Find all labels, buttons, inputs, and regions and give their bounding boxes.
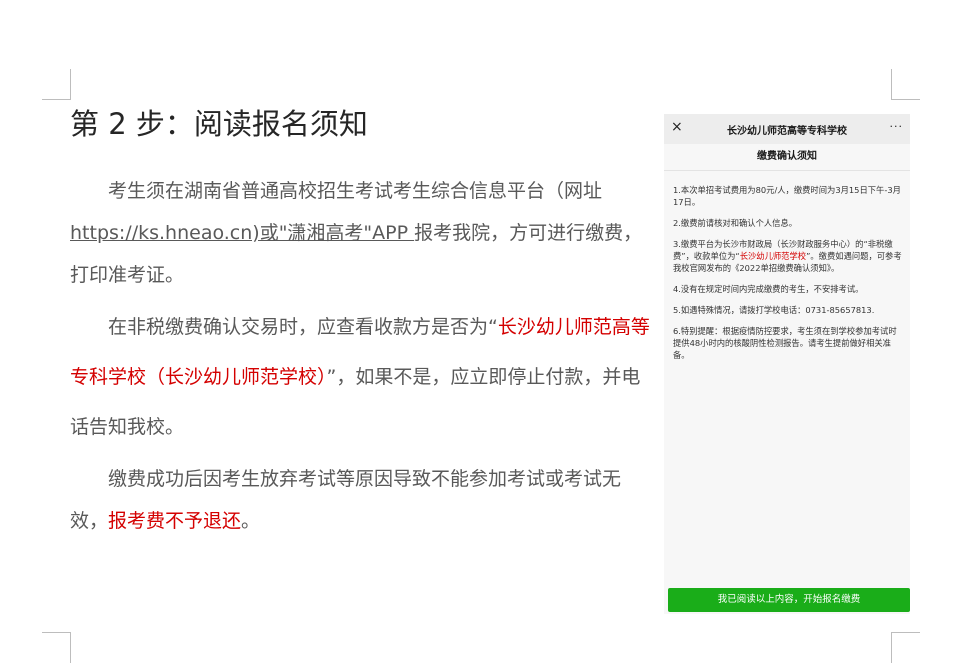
document-body: 第 2 步：阅读报名须知 考生须在湖南省普通高校招生考试考生综合信息平台（网址 h… [70, 104, 652, 548]
phone-screenshot: × 长沙幼儿师范高等专科学校 ··· 缴费确认须知 1.本次单招考试费用为80元… [664, 114, 910, 614]
corner-mark-top-right [891, 69, 920, 100]
page-title: 第 2 步：阅读报名须知 [70, 107, 368, 141]
website-link[interactable]: https://ks.hneao.cn)或"潇湘高考"APP [70, 222, 414, 244]
no-refund-highlight: 报考费不予退还 [108, 510, 242, 532]
notice-item: 6.特别提醒：根据疫情防控要求，考生须在到学校参加考试时提供48小时内的核酸阴性… [673, 326, 897, 360]
more-icon[interactable]: ··· [890, 120, 904, 133]
notice-body: 1.本次单招考试费用为80元/人，缴费时间为3月15日下午-3月17日。 2.缴… [664, 171, 910, 361]
paragraph-payee-check: 在非税缴费确认交易时，应查看收款方是否为“长沙幼儿师范高等专科学校（长沙幼儿师范… [70, 302, 652, 452]
paragraph-text: 在非税缴费确认交易时，应查看收款方是否为“ [108, 316, 498, 338]
notice-item: 2.缴费前请核对和确认个人信息。 [673, 218, 798, 228]
phone-header: × 长沙幼儿师范高等专科学校 ··· [664, 114, 910, 144]
notice-item: 5.如遇特殊情况，请拨打学校电话：0731-85657813. [673, 305, 875, 315]
notice-item: 4.没有在规定时间内完成缴费的考生，不安排考试。 [673, 284, 864, 294]
paragraph-refund: 缴费成功后因考生放弃考试等原因导致不能参加考试或考试无效，报考费不予退还。 [70, 458, 652, 542]
corner-mark-bottom-right [891, 632, 920, 663]
notice-subtitle: 缴费确认须知 [664, 144, 910, 171]
paragraph-text: 。 [241, 510, 261, 532]
phone-title: 长沙幼儿师范高等专科学校 [727, 126, 847, 137]
payee-unit-highlight: 长沙幼儿师范学校 [739, 251, 807, 261]
corner-mark-top-left [42, 69, 71, 100]
notice-item: 1.本次单招考试费用为80元/人，缴费时间为3月15日下午-3月17日。 [673, 185, 901, 207]
corner-mark-bottom-left [42, 632, 71, 663]
paragraph-text: 考生须在湖南省普通高校招生考试考生综合信息平台（网址 [108, 180, 603, 202]
notice-item: 3.缴费平台为长沙市财政局（长沙财政服务中心）的“非税缴费”，收款单位为“长沙幼… [673, 238, 902, 274]
start-payment-button[interactable]: 我已阅读以上内容，开始报名缴费 [668, 588, 910, 612]
paragraph-register: 考生须在湖南省普通高校招生考试考生综合信息平台（网址 https://ks.hne… [70, 170, 652, 296]
